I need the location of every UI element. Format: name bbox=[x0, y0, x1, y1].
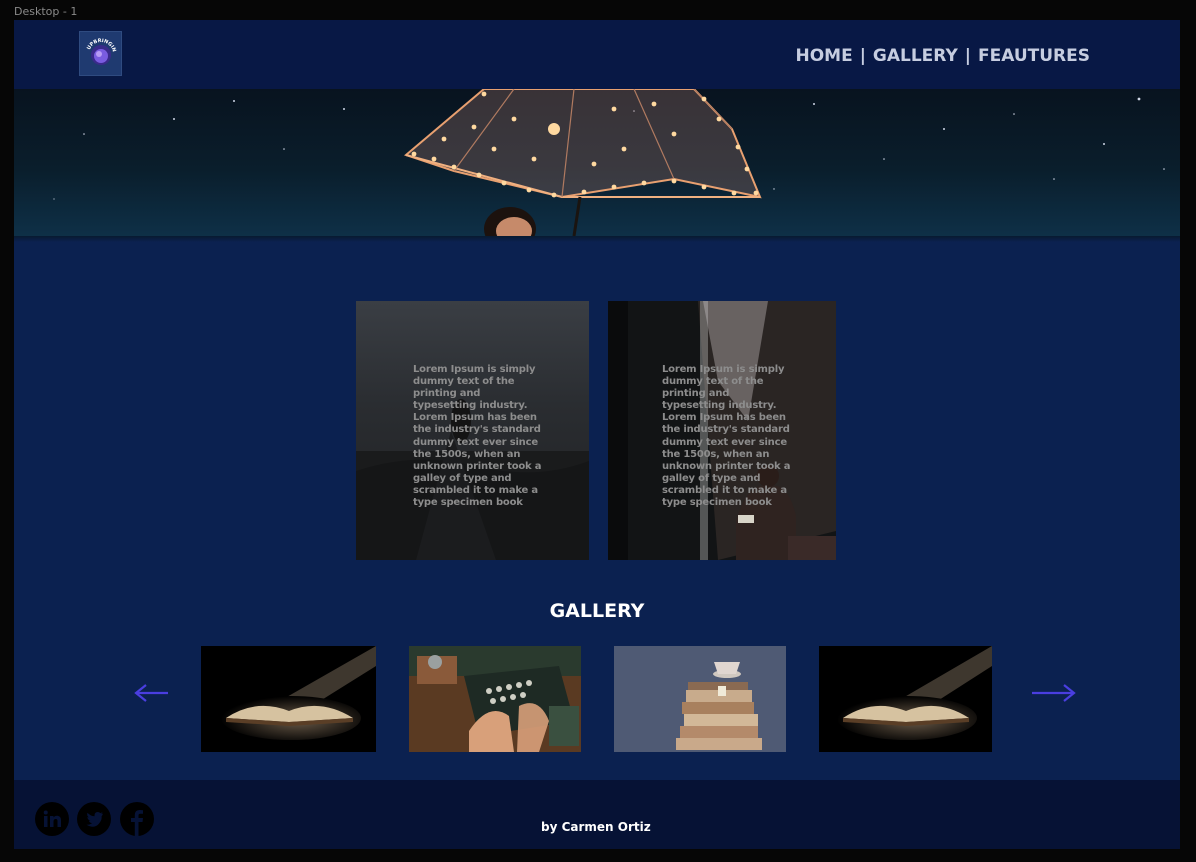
arrow-right-icon bbox=[1032, 684, 1076, 702]
stacked-books-image bbox=[614, 646, 786, 752]
nav-gallery[interactable]: GALLERY bbox=[873, 46, 958, 66]
main-nav: HOME | GALLERY | FEAUTURES bbox=[795, 46, 1090, 66]
hero-banner bbox=[14, 89, 1180, 236]
card-text: Lorem Ipsum is simply dummy text of the … bbox=[413, 364, 542, 509]
gallery-image[interactable] bbox=[409, 646, 581, 752]
gallery-image[interactable] bbox=[614, 646, 786, 752]
facebook-icon bbox=[120, 802, 154, 836]
open-book-image bbox=[201, 646, 376, 752]
gallery-prev-button[interactable] bbox=[134, 683, 170, 708]
linkedin-link[interactable] bbox=[35, 802, 69, 836]
twitter-link[interactable] bbox=[77, 802, 111, 836]
gallery-next-button[interactable] bbox=[1030, 683, 1076, 708]
desktop-frame: UPBRINGING HOME | GALLERY | FEAUTURES bbox=[14, 20, 1180, 849]
gallery-title: GALLERY bbox=[549, 600, 645, 622]
facebook-link[interactable] bbox=[120, 802, 154, 836]
feature-card: Lorem Ipsum is simply dummy text of the … bbox=[356, 301, 589, 560]
linkedin-icon bbox=[35, 802, 69, 836]
hero-divider bbox=[14, 236, 1180, 242]
nav-separator: | bbox=[964, 46, 971, 66]
footer: by Carmen Ortiz bbox=[14, 780, 1180, 849]
site-logo[interactable]: UPBRINGING bbox=[79, 31, 122, 76]
gallery-image[interactable] bbox=[819, 646, 992, 752]
nav-separator: | bbox=[859, 46, 866, 66]
twitter-icon bbox=[77, 802, 111, 836]
hero-umbrella-image bbox=[53, 89, 1165, 236]
feature-card: Lorem Ipsum is simply dummy text of the … bbox=[608, 301, 836, 560]
logo-emblem-icon: UPBRINGING bbox=[83, 36, 116, 65]
nav-features[interactable]: FEAUTURES bbox=[978, 46, 1090, 66]
card-text: Lorem Ipsum is simply dummy text of the … bbox=[662, 364, 791, 509]
open-book-image bbox=[819, 646, 992, 752]
gallery-image[interactable] bbox=[201, 646, 376, 752]
header: UPBRINGING HOME | GALLERY | FEAUTURES bbox=[14, 20, 1180, 89]
typewriter-image bbox=[409, 646, 581, 752]
nav-home[interactable]: HOME bbox=[795, 46, 852, 66]
arrow-left-icon bbox=[134, 684, 168, 702]
author-credit: by Carmen Ortiz bbox=[541, 820, 651, 834]
frame-label: Desktop - 1 bbox=[14, 5, 78, 18]
